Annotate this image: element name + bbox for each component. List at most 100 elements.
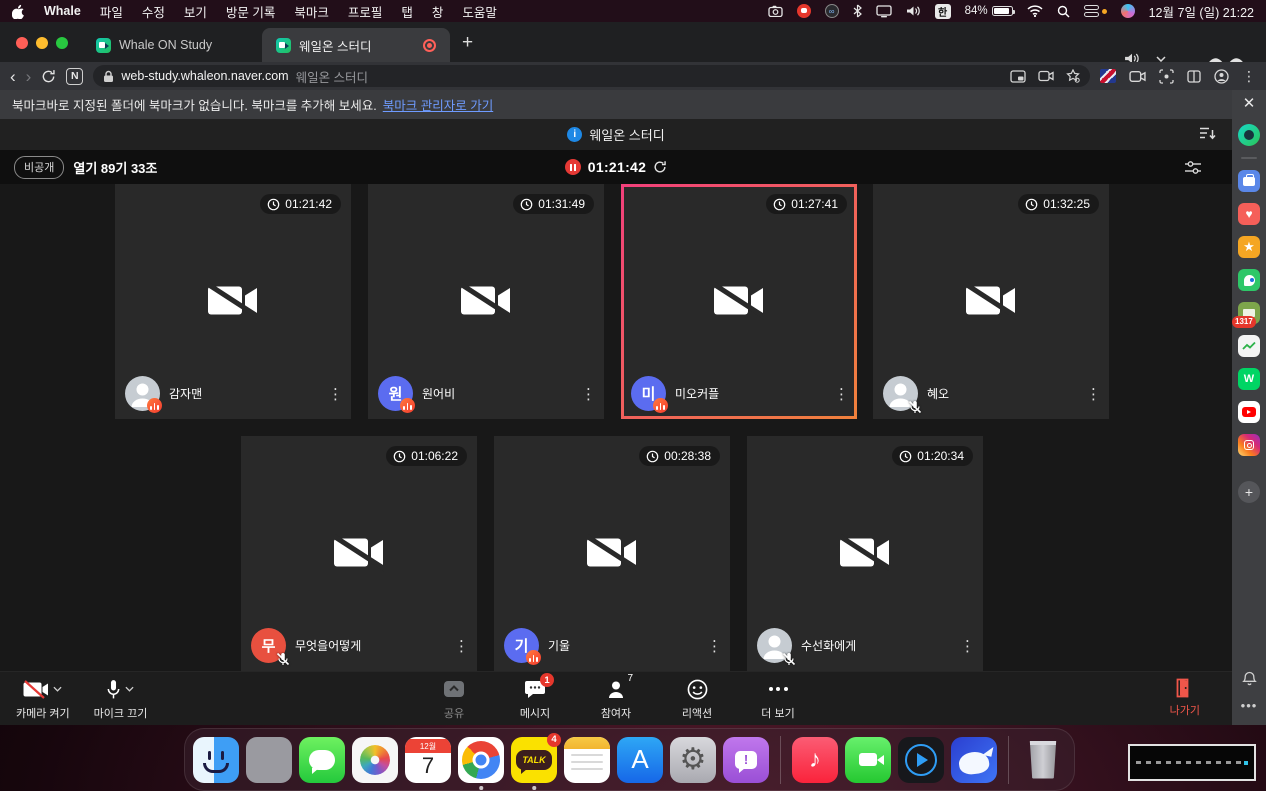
participant-tile-mueoseul[interactable]: 01:06:22 무 무엇을어떻게 ⋮ [241, 436, 477, 671]
tile-more-menu-icon[interactable]: ⋮ [960, 637, 975, 655]
tile-more-menu-icon[interactable]: ⋮ [834, 385, 849, 403]
reaction-button[interactable]: 리액션 [673, 678, 721, 721]
dock-trash-icon[interactable] [1020, 737, 1066, 783]
menu-view[interactable]: 보기 [184, 2, 207, 21]
naver-button[interactable]: N [66, 68, 83, 85]
camera-options-chevron-icon[interactable] [53, 686, 62, 692]
dock-calendar-icon[interactable]: 12월 7 [405, 737, 451, 783]
camera-extension-icon[interactable] [1129, 70, 1146, 83]
window-controls[interactable] [0, 37, 82, 62]
dock-appstore-icon[interactable]: A [617, 737, 663, 783]
menu-edit[interactable]: 수정 [142, 2, 165, 21]
camera-toggle-button[interactable]: 카메라 켜기 [16, 678, 70, 721]
menu-profile[interactable]: 프로필 [348, 2, 383, 21]
sidebar-workspace-icon[interactable] [1238, 170, 1260, 192]
dock-chrome-icon[interactable] [458, 737, 504, 783]
display-icon[interactable] [876, 3, 892, 19]
more-button[interactable]: 더 보기 [754, 678, 802, 721]
video-call-icon[interactable] [1038, 70, 1054, 82]
sidebar-stocks-icon[interactable] [1238, 335, 1260, 357]
message-button[interactable]: 1 메시지 [511, 678, 559, 721]
volume-icon[interactable] [906, 3, 921, 19]
back-button[interactable]: ‹ [10, 68, 16, 85]
tile-more-menu-icon[interactable]: ⋮ [707, 637, 722, 655]
participants-button[interactable]: 7 참여자 [592, 678, 640, 721]
participant-tile-hyeo[interactable]: 01:32:25 혜오 ⋮ [873, 184, 1109, 419]
split-view-icon[interactable] [1187, 70, 1201, 83]
dock-photos-icon[interactable] [352, 737, 398, 783]
participant-tile-woneobi[interactable]: 01:31:49 원 원어비 ⋮ [368, 184, 604, 419]
new-tab-button[interactable]: + [450, 32, 487, 62]
mic-toggle-button[interactable]: 마이크 끄기 [94, 678, 148, 721]
sort-icon[interactable] [1199, 126, 1216, 140]
dock-messages-icon[interactable] [299, 737, 345, 783]
share-button[interactable]: 공유 [430, 678, 478, 721]
browser-menu-icon[interactable]: ⋮ [1242, 68, 1256, 85]
tab-whaleon-study-active[interactable]: 웨일온 스터디 [262, 28, 450, 62]
whale-logo-icon[interactable] [1238, 124, 1260, 146]
participant-tile-suseonhwa[interactable]: 01:20:34 수선화에게 ⋮ [747, 436, 983, 671]
sidebar-youtube-icon[interactable] [1238, 401, 1260, 423]
dock-feedback-icon[interactable]: ! [723, 737, 769, 783]
sidebar-more-icon[interactable]: ••• [1241, 698, 1258, 713]
menu-history[interactable]: 방문 기록 [226, 2, 275, 21]
menu-tab[interactable]: 탭 [401, 2, 413, 21]
picture-in-picture-icon[interactable] [1010, 70, 1026, 83]
notification-bell-icon[interactable] [1242, 671, 1257, 687]
participant-tile-miocouple-speaking[interactable]: 01:27:41 미 미오커플 ⋮ [621, 184, 857, 419]
sidebar-favorites-icon[interactable]: ♥ [1238, 203, 1260, 225]
info-icon[interactable]: i [567, 127, 582, 142]
dock-notes-icon[interactable] [564, 737, 610, 783]
close-window-button[interactable] [16, 37, 28, 49]
dock-launchpad-icon[interactable] [246, 737, 292, 783]
tile-more-menu-icon[interactable]: ⋮ [454, 637, 469, 655]
input-source-indicator[interactable]: 한 [935, 4, 951, 19]
control-center-icon[interactable] [1084, 5, 1107, 17]
sidebar-mail-icon[interactable]: 1317 [1238, 302, 1260, 324]
menu-whale[interactable]: Whale [44, 4, 81, 18]
dock-kakaotalk-icon[interactable]: TALK 4 [511, 737, 557, 783]
touchbar-preview-window[interactable] [1128, 744, 1256, 781]
leave-button[interactable]: 나가기 [1170, 678, 1200, 718]
tab-whale-on-study[interactable]: Whale ON Study [82, 28, 262, 62]
timer-refresh-icon[interactable] [653, 160, 667, 174]
zoom-window-button[interactable] [56, 37, 68, 49]
menu-window[interactable]: 창 [432, 2, 444, 21]
tile-more-menu-icon[interactable]: ⋮ [1086, 385, 1101, 403]
sidebar-add-icon[interactable]: + [1238, 481, 1260, 503]
profile-icon[interactable] [1214, 69, 1229, 84]
dock-media-player-icon[interactable] [898, 737, 944, 783]
kakaotalk-status-icon[interactable] [797, 4, 811, 18]
sidebar-webtoon-icon[interactable]: W [1238, 368, 1260, 390]
menubar-clock[interactable]: 12월 7일 (일) 21:22 [1149, 2, 1254, 21]
dock-settings-icon[interactable]: ⚙ [670, 737, 716, 783]
participant-tile-gamjaman[interactable]: 01:21:42 감자맨 ⋮ [115, 184, 351, 419]
timer-pause-button[interactable] [565, 159, 581, 175]
bluetooth-icon[interactable] [853, 3, 862, 19]
capture-tool-icon[interactable] [1159, 69, 1174, 84]
dock-music-icon[interactable]: ♪ [792, 737, 838, 783]
screen-capture-icon[interactable] [768, 3, 783, 19]
mic-options-chevron-icon[interactable] [125, 686, 134, 692]
bookmark-manager-link[interactable]: 북마크 관리자로 가기 [383, 95, 493, 114]
sidebar-papago-icon[interactable] [1238, 269, 1260, 291]
mute-dropdown-chevron-icon[interactable] [1156, 56, 1166, 62]
dock-whale-icon[interactable] [951, 737, 997, 783]
bookmark-bell-icon[interactable] [1066, 69, 1080, 83]
spotlight-icon[interactable] [1057, 3, 1070, 19]
tile-more-menu-icon[interactable]: ⋮ [328, 385, 343, 403]
menu-bookmarks[interactable]: 북마크 [294, 2, 329, 21]
url-field[interactable]: web-study.whaleon.naver.com 웨일온 스터디 [93, 65, 1090, 87]
view-settings-icon[interactable] [1184, 160, 1202, 175]
sidebar-close-icon[interactable]: ✕ [1243, 96, 1256, 111]
forward-button[interactable]: › [26, 68, 32, 85]
menu-file[interactable]: 파일 [100, 2, 123, 21]
siri-icon[interactable] [1121, 4, 1135, 18]
sidebar-bookmarks-icon[interactable]: ★ [1238, 236, 1260, 258]
minimize-window-button[interactable] [36, 37, 48, 49]
dock-facetime-icon[interactable] [845, 737, 891, 783]
translate-extension-icon[interactable] [1100, 69, 1116, 83]
tile-more-menu-icon[interactable]: ⋮ [581, 385, 596, 403]
wifi-icon[interactable] [1027, 3, 1043, 19]
menu-help[interactable]: 도움말 [462, 2, 497, 21]
